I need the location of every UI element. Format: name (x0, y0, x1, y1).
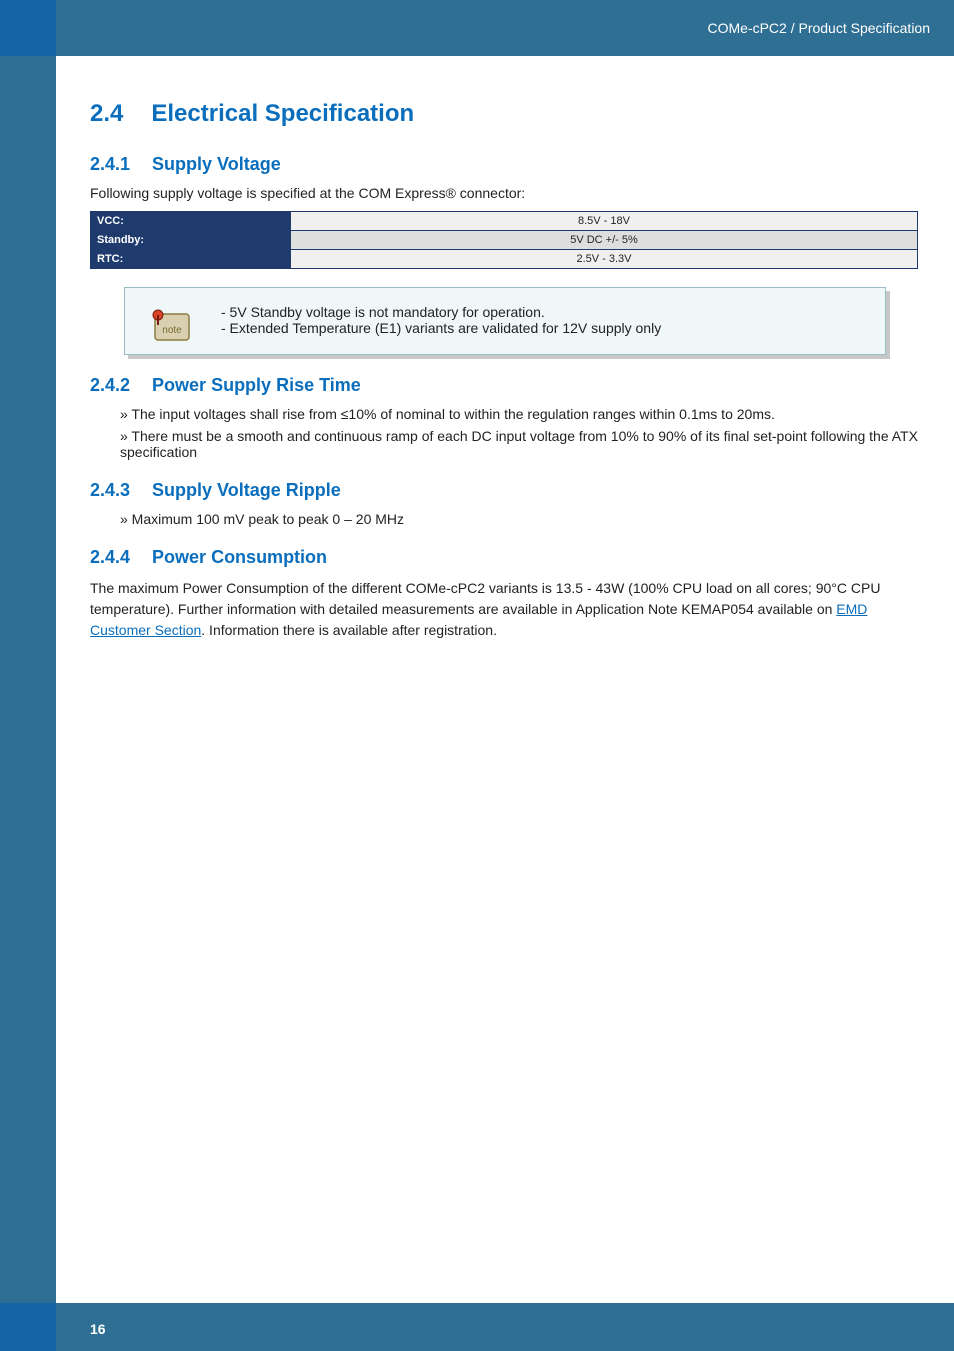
subsection-title: Supply Voltage (152, 154, 281, 174)
note-icon: note (147, 306, 195, 346)
section-title: Electrical Specification (151, 100, 414, 127)
bullet-item: » There must be a smooth and continuous … (120, 428, 918, 460)
note-block: note - 5V Standby voltage is not mandato… (124, 287, 886, 355)
subsection-title: Power Consumption (152, 547, 327, 567)
ripple-bullets: » Maximum 100 mV peak to peak 0 – 20 MHz (120, 511, 918, 527)
subsection-ripple: 2.4.3 Supply Voltage Ripple (90, 480, 918, 501)
content-area: 2.4 Electrical Specification 2.4.1 Supply … (90, 100, 918, 641)
table-value: 2.5V - 3.3V (291, 250, 918, 269)
subsection-number: 2.4.1 (90, 154, 130, 175)
power-consumption-para: The maximum Power Consumption of the dif… (90, 578, 918, 641)
table-row: RTC: 2.5V - 3.3V (91, 250, 918, 269)
para-text: The maximum Power Consumption of the dif… (90, 580, 880, 617)
section-number: 2.4 (90, 100, 123, 128)
subsection-number: 2.4.3 (90, 480, 130, 501)
section-heading: 2.4 Electrical Specification (90, 100, 918, 128)
rise-time-bullets: » The input voltages shall rise from ≤10… (120, 406, 918, 460)
subsection-supply-voltage: 2.4.1 Supply Voltage (90, 154, 918, 175)
note-line: - 5V Standby voltage is not mandatory fo… (221, 304, 867, 320)
supply-voltage-table: VCC: 8.5V - 18V Standby: 5V DC +/- 5% RT… (90, 211, 918, 269)
table-value: 8.5V - 18V (291, 212, 918, 231)
subsection-title: Power Supply Rise Time (152, 375, 361, 395)
footer-corner (0, 1303, 56, 1351)
table-value: 5V DC +/- 5% (291, 231, 918, 250)
subsection-number: 2.4.4 (90, 547, 130, 568)
note-line: - Extended Temperature (E1) variants are… (221, 320, 867, 336)
para-text: . Information there is available after r… (201, 622, 497, 638)
svg-text:note: note (162, 325, 182, 336)
table-row: Standby: 5V DC +/- 5% (91, 231, 918, 250)
bullet-item: » Maximum 100 mV peak to peak 0 – 20 MHz (120, 511, 918, 527)
table-label: VCC: (91, 212, 291, 231)
left-rail (0, 0, 56, 1351)
table-label: Standby: (91, 231, 291, 250)
subsection-power-consumption: 2.4.4 Power Consumption (90, 547, 918, 568)
subsection-title: Supply Voltage Ripple (152, 480, 341, 500)
subsection-rise-time: 2.4.2 Power Supply Rise Time (90, 375, 918, 396)
page-number: 16 (90, 1321, 106, 1337)
bullet-item: » The input voltages shall rise from ≤10… (120, 406, 918, 422)
header-band: COMe-cPC2 / Product Specification (0, 0, 954, 56)
subsection-number: 2.4.2 (90, 375, 130, 396)
table-row: VCC: 8.5V - 18V (91, 212, 918, 231)
table-label: RTC: (91, 250, 291, 269)
footer-band: 16 (0, 1303, 954, 1351)
supply-voltage-lead: Following supply voltage is specified at… (90, 185, 918, 201)
header-breadcrumb: COMe-cPC2 / Product Specification (707, 20, 930, 36)
header-corner (0, 0, 56, 56)
note-box: note - 5V Standby voltage is not mandato… (124, 287, 886, 355)
